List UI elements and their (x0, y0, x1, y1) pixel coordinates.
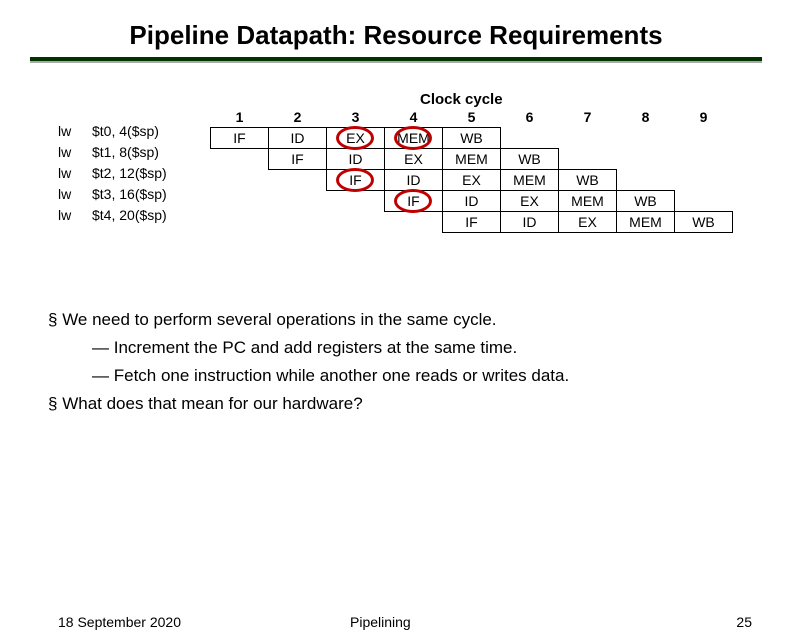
bullet-level-2: Increment the PC and add registers at th… (48, 334, 569, 362)
pipeline-cell: ID (327, 148, 385, 169)
pipeline-cell (211, 211, 269, 232)
operands: $t1, 8($sp) (92, 144, 159, 160)
cycle-header: 8 (617, 107, 675, 127)
instruction-list: lw$t0, 4($sp)lw$t1, 8($sp)lw$t2, 12($sp)… (58, 121, 167, 226)
pipeline-cell (385, 211, 443, 232)
slide-title: Pipeline Datapath: Resource Requirements (30, 20, 762, 57)
pipeline-cell: EX (559, 211, 617, 232)
pipeline-cell: ID (443, 190, 501, 211)
pipeline-cell: EX (385, 148, 443, 169)
title-block: Pipeline Datapath: Resource Requirements (30, 20, 762, 63)
instruction-row: lw$t2, 12($sp) (58, 163, 167, 184)
pipeline-cell: WB (559, 169, 617, 190)
pipeline-cell: IF (269, 148, 327, 169)
table-row: IFIDEXMEMWB (211, 148, 733, 169)
pipeline-cell (327, 211, 385, 232)
bullet-level-1: What does that mean for our hardware? (48, 390, 569, 418)
bullet-list: We need to perform several operations in… (48, 306, 569, 418)
cycle-header: 2 (269, 107, 327, 127)
pipeline-cell: ID (501, 211, 559, 232)
pipeline-cell: WB (675, 211, 733, 232)
pipeline-cell (675, 169, 733, 190)
pipeline-cell: WB (617, 190, 675, 211)
pipeline-cell: MEM (385, 127, 443, 148)
operands: $t4, 20($sp) (92, 207, 167, 223)
pipeline-cell (617, 148, 675, 169)
pipeline-cell (559, 148, 617, 169)
pipeline-cell: MEM (443, 148, 501, 169)
pipeline-cell: EX (327, 127, 385, 148)
pipeline-cell (501, 127, 559, 148)
mnemonic: lw (58, 205, 92, 226)
pipeline-cell (675, 148, 733, 169)
pipeline-cell (617, 127, 675, 148)
mnemonic: lw (58, 142, 92, 163)
operands: $t3, 16($sp) (92, 186, 167, 202)
pipeline-cell (269, 211, 327, 232)
mnemonic: lw (58, 121, 92, 142)
cycle-header: 5 (443, 107, 501, 127)
footer-page-number: 25 (736, 614, 752, 630)
pipeline-cell: MEM (501, 169, 559, 190)
pipeline-cell (617, 169, 675, 190)
bullet-level-2: Fetch one instruction while another one … (48, 362, 569, 390)
pipeline-cell (269, 190, 327, 211)
pipeline-cell: EX (501, 190, 559, 211)
operands: $t2, 12($sp) (92, 165, 167, 181)
pipeline-table: 123456789IFIDEXMEMWBIFIDEXMEMWBIFIDEXMEM… (210, 107, 733, 233)
pipeline-cell: EX (443, 169, 501, 190)
pipeline-cell (559, 127, 617, 148)
footer-center: Pipelining (350, 614, 411, 630)
cycle-header: 4 (385, 107, 443, 127)
table-row: IFIDEXMEMWB (211, 211, 733, 232)
pipeline-cell: MEM (559, 190, 617, 211)
clock-cycle-label: Clock cycle (420, 91, 503, 108)
table-row: IFIDEXMEMWB (211, 127, 733, 148)
title-underline (30, 57, 762, 63)
footer-date: 18 September 2020 (58, 614, 181, 630)
operands: $t0, 4($sp) (92, 123, 159, 139)
pipeline-cell (211, 169, 269, 190)
pipeline-cell: IF (385, 190, 443, 211)
cycle-header: 1 (211, 107, 269, 127)
pipeline-cell: IF (443, 211, 501, 232)
instruction-row: lw$t3, 16($sp) (58, 184, 167, 205)
cycle-header: 7 (559, 107, 617, 127)
pipeline-cell: WB (443, 127, 501, 148)
instruction-row: lw$t4, 20($sp) (58, 205, 167, 226)
bullet-level-1: We need to perform several operations in… (48, 306, 569, 334)
table-row: IFIDEXMEMWB (211, 169, 733, 190)
pipeline-cell (327, 190, 385, 211)
cycle-header: 9 (675, 107, 733, 127)
mnemonic: lw (58, 163, 92, 184)
pipeline-cell (675, 127, 733, 148)
pipeline-cell (675, 190, 733, 211)
pipeline-cell: MEM (617, 211, 675, 232)
instruction-row: lw$t0, 4($sp) (58, 121, 167, 142)
pipeline-cell (211, 190, 269, 211)
pipeline-cell: IF (211, 127, 269, 148)
mnemonic: lw (58, 184, 92, 205)
pipeline-cell (211, 148, 269, 169)
table-row: IFIDEXMEMWB (211, 190, 733, 211)
pipeline-cell: ID (385, 169, 443, 190)
pipeline-cell (269, 169, 327, 190)
pipeline-cell: IF (327, 169, 385, 190)
pipeline-cell: ID (269, 127, 327, 148)
pipeline-cell: WB (501, 148, 559, 169)
cycle-header: 3 (327, 107, 385, 127)
cycle-header: 6 (501, 107, 559, 127)
instruction-row: lw$t1, 8($sp) (58, 142, 167, 163)
